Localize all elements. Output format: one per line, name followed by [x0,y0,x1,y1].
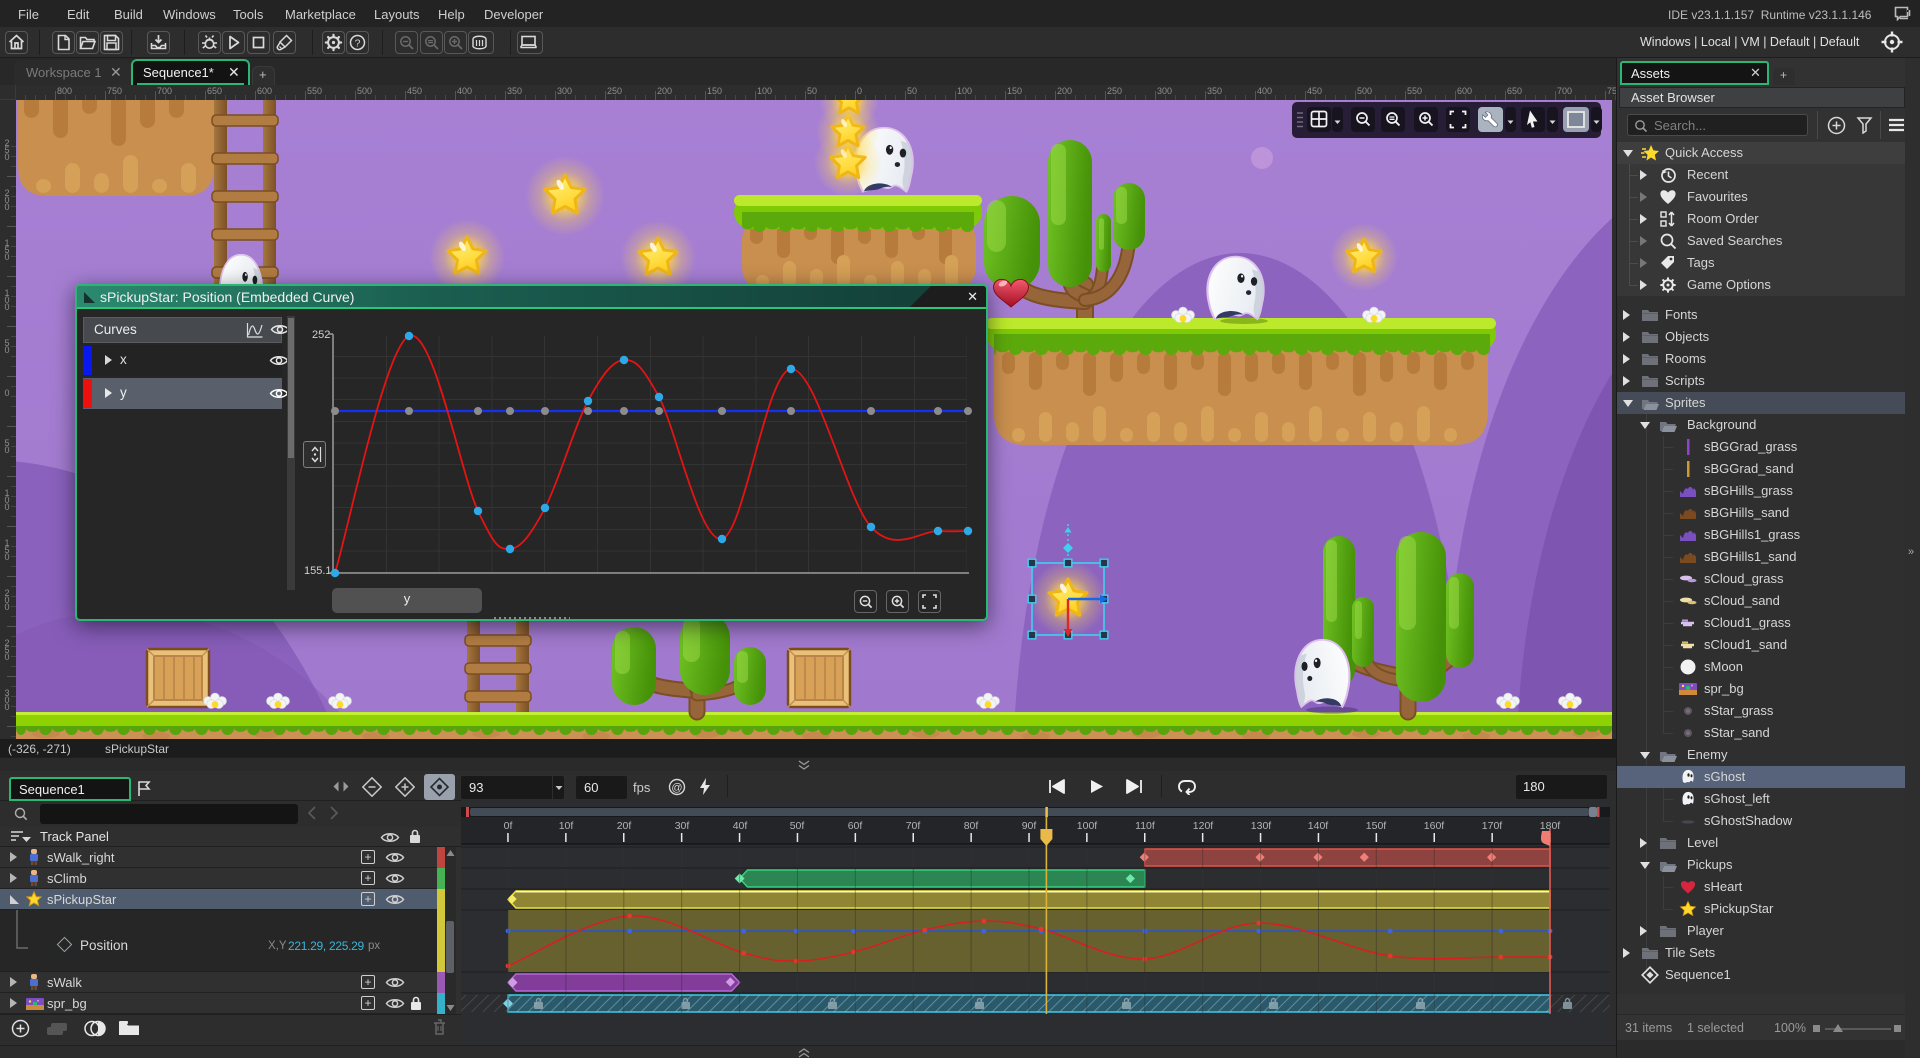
svg-text:20f: 20f [617,820,632,832]
svg-text:120f: 120f [1193,820,1214,832]
svg-text:70f: 70f [906,820,921,832]
svg-text:60f: 60f [848,820,863,832]
svg-text:10f: 10f [559,820,574,832]
svg-text:150f: 150f [1366,820,1387,832]
svg-text:50f: 50f [790,820,805,832]
svg-text:140f: 140f [1308,820,1329,832]
svg-text:130f: 130f [1251,820,1272,832]
svg-text:40f: 40f [733,820,748,832]
svg-text:100f: 100f [1077,820,1098,832]
svg-text:@: @ [671,782,682,794]
svg-text:170f: 170f [1482,820,1503,832]
svg-text:30f: 30f [675,820,690,832]
svg-text:80f: 80f [964,820,979,832]
svg-text:0f: 0f [504,820,513,832]
svg-text:?: ? [355,38,361,50]
svg-text:90f: 90f [1022,820,1037,832]
svg-text:110f: 110f [1135,820,1155,832]
svg-text:160f: 160f [1424,820,1445,832]
